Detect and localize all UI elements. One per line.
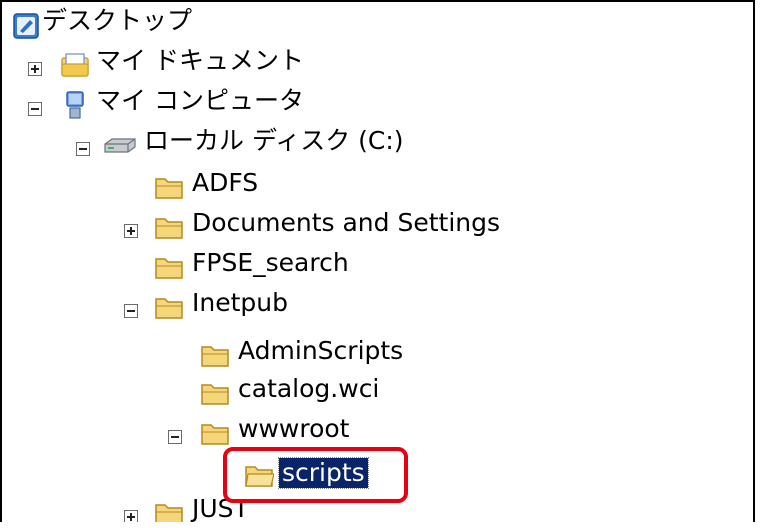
tree-item-fpse-search[interactable]: FPSE_search [2,244,753,284]
tree-item-adminscripts[interactable]: AdminScripts [2,332,753,372]
tree-item-local-disk[interactable]: ローカル ディスク (C:) [2,124,753,164]
tree-item-desktop[interactable]: デスクトップ [2,4,753,44]
collapse-icon[interactable] [168,430,182,444]
my-documents-label: マイ ドキュメント [96,46,304,75]
tree-item-inetpub[interactable]: Inetpub [2,284,753,324]
folder-icon [201,384,229,405]
folder-icon [201,424,229,445]
folder-icon [201,346,229,367]
folder-tree-panel: デスクトップ マイ ドキュメント マイ コンピュータ ローカル ディスク (C:… [0,0,755,522]
tree-item-catalog-wci[interactable]: catalog.wci [2,370,753,410]
highlight-box [223,447,408,503]
folder-label: ADFS [192,168,259,197]
folder-label: Documents and Settings [192,208,501,237]
folder-label: wwwroot [238,414,350,443]
tree-item-my-documents[interactable]: マイ ドキュメント [2,44,753,84]
folder-label: catalog.wci [238,374,380,403]
expand-icon[interactable] [124,510,138,522]
expand-icon[interactable] [124,224,138,238]
tree-item-documents-and-settings[interactable]: Documents and Settings [2,204,753,244]
folder-icon [155,298,183,319]
tree-item-wwwroot[interactable]: wwwroot [2,410,753,450]
collapse-icon[interactable] [28,102,42,116]
desktop-icon [13,13,39,39]
hard-disk-icon [104,138,136,153]
folder-icon [155,258,183,279]
folder-icon [155,504,183,522]
folder-label: AdminScripts [238,336,404,365]
collapse-icon[interactable] [124,304,138,318]
my-documents-icon [61,53,89,77]
folder-label: Inetpub [192,288,288,317]
collapse-icon[interactable] [76,142,90,156]
tree-item-my-computer[interactable]: マイ コンピュータ [2,84,753,124]
expand-icon[interactable] [28,62,42,76]
my-computer-label: マイ コンピュータ [96,86,304,115]
folder-icon [155,178,183,199]
tree-item-adfs[interactable]: ADFS [2,164,753,204]
my-computer-icon [66,91,84,119]
folder-label: FPSE_search [192,248,349,277]
local-disk-label: ローカル ディスク (C:) [144,126,404,155]
desktop-label: デスクトップ [42,6,193,35]
folder-icon [155,218,183,239]
